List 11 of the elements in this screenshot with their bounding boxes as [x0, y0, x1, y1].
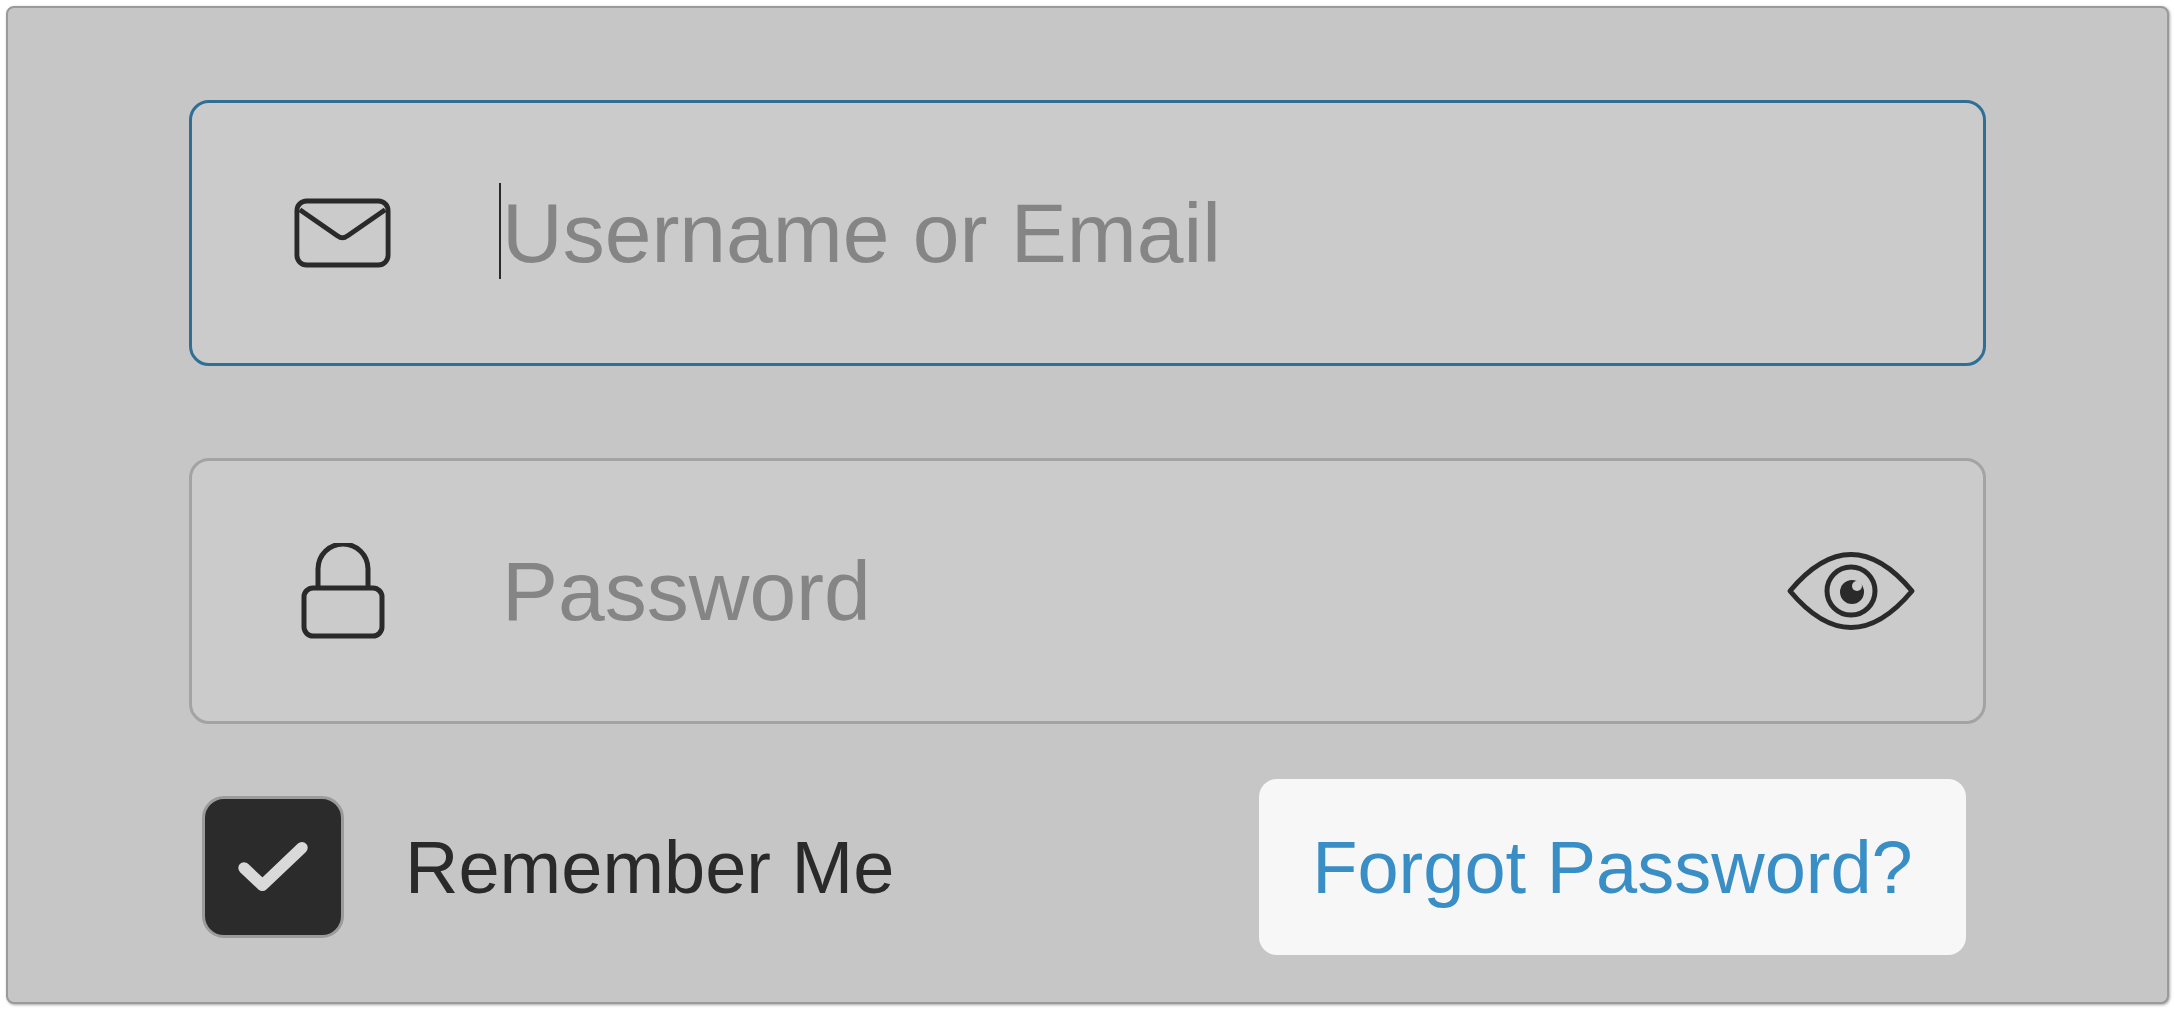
text-cursor-icon — [499, 183, 501, 279]
remember-me-checkbox[interactable] — [202, 796, 344, 938]
envelope-icon — [294, 198, 391, 268]
check-icon — [237, 840, 309, 894]
lock-icon — [300, 543, 385, 639]
username-field[interactable]: Username or Email — [189, 100, 1986, 366]
remember-me-label: Remember Me — [405, 824, 895, 910]
forgot-password-button[interactable]: Forgot Password? — [1259, 779, 1966, 955]
username-input[interactable]: Username or Email — [502, 183, 1916, 283]
password-field[interactable]: Password — [189, 458, 1986, 724]
password-input[interactable]: Password — [502, 541, 1786, 641]
